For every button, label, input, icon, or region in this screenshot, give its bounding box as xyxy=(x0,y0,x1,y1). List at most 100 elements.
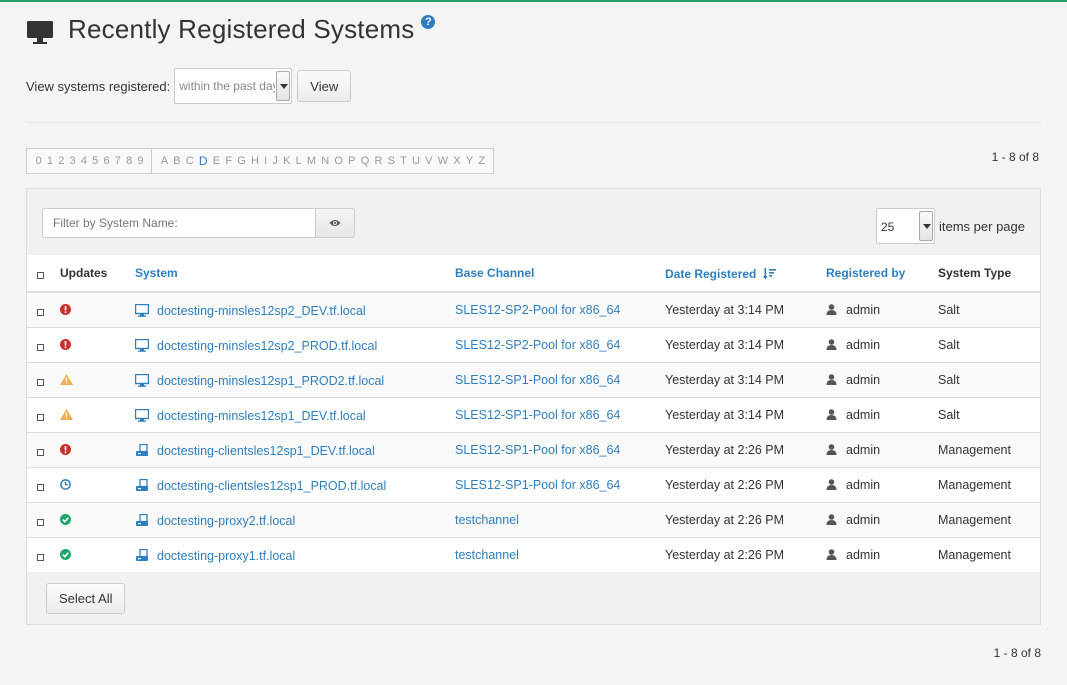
registered-by-user: admin xyxy=(846,372,881,387)
row-updates-cell xyxy=(60,466,135,502)
base-channel-link[interactable]: SLES12-SP1-Pool for x86_64 xyxy=(455,443,620,457)
table-row: doctesting-minsles12sp1_DEV.tf.local SLES… xyxy=(27,396,1040,432)
period-select[interactable]: within the past day xyxy=(174,68,293,104)
alpha-letter-p: P xyxy=(348,155,356,167)
column-date-registered-label: Date Registered xyxy=(665,266,757,281)
column-registered-by[interactable]: Registered by xyxy=(826,255,938,293)
base-channel-link[interactable]: SLES12-SP1-Pool for x86_64 xyxy=(455,408,620,422)
base-channel-link[interactable]: testchannel xyxy=(455,513,519,527)
alpha-letter-e: E xyxy=(212,155,221,167)
row-checkbox-cell xyxy=(27,501,60,537)
row-base-channel-cell: SLES12-SP1-Pool for x86_64 xyxy=(455,466,665,502)
base-channel-link[interactable]: SLES12-SP1-Pool for x86_64 xyxy=(455,373,620,387)
exclamation-circle-icon[interactable] xyxy=(60,303,71,315)
column-system-label: System xyxy=(135,266,178,280)
column-registered-by-label: Registered by xyxy=(826,266,906,280)
row-checkbox[interactable] xyxy=(37,413,44,421)
row-checkbox[interactable] xyxy=(37,343,44,351)
chevron-down-icon[interactable] xyxy=(276,71,291,101)
alpha-letter-f: F xyxy=(225,155,233,167)
select-all-button[interactable]: Select All xyxy=(46,583,126,614)
check-circle-icon[interactable] xyxy=(60,513,71,525)
view-button[interactable]: View xyxy=(297,70,352,102)
row-date-cell: Yesterday at 3:14 PM xyxy=(665,326,826,362)
row-checkbox-cell xyxy=(27,361,60,397)
row-checkbox[interactable] xyxy=(37,448,44,456)
row-updates-cell xyxy=(60,431,135,467)
row-checkbox[interactable] xyxy=(37,518,44,526)
pagination-summary-bottom: 1 - 8 of 8 xyxy=(993,646,1041,660)
exclamation-circle-icon[interactable] xyxy=(60,443,71,455)
items-per-page-select[interactable]: 25 xyxy=(876,208,935,244)
systems-list-panel: 25 items per page Updates System Base Ch… xyxy=(26,188,1041,625)
alpha-letter-d[interactable]: D xyxy=(199,154,208,168)
alpha-letter-j: J xyxy=(272,155,278,167)
alpha-digit-0: 0 xyxy=(35,155,42,167)
view-period-form: View systems registered: within the past… xyxy=(26,68,352,104)
items-per-page-value: 25 xyxy=(881,220,895,234)
help-icon[interactable]: ? xyxy=(421,14,436,29)
table-row: doctesting-minsles12sp2_DEV.tf.local SLES… xyxy=(27,291,1040,327)
column-base-channel-label: Base Channel xyxy=(455,266,535,280)
row-system-type-cell: Management xyxy=(938,536,1040,572)
system-link[interactable]: doctesting-minsles12sp1_DEV.tf.local xyxy=(157,409,366,423)
server-icon xyxy=(136,513,148,526)
row-updates-cell xyxy=(60,501,135,537)
row-updates-cell xyxy=(60,536,135,572)
row-system-type-cell: Salt xyxy=(938,326,1040,362)
system-link[interactable]: doctesting-clientsles12sp1_PROD.tf.local xyxy=(157,479,386,493)
alpha-letter-z: Z xyxy=(478,155,486,167)
base-channel-link[interactable]: SLES12-SP2-Pool for x86_64 xyxy=(455,338,620,352)
row-registered-by-cell: admin xyxy=(826,361,938,397)
column-date-registered[interactable]: Date Registered xyxy=(665,255,826,293)
alpha-letter-h: H xyxy=(250,155,259,167)
row-checkbox[interactable] xyxy=(37,378,44,386)
alpha-letter-y: Y xyxy=(465,155,474,167)
alphabet-filter-bar: 0123456789 ABCDEFGHIJKLMNOPQRSTUVWXYZ xyxy=(26,148,494,174)
exclamation-circle-icon[interactable] xyxy=(60,338,71,350)
row-checkbox[interactable] xyxy=(37,553,44,561)
alpha-digit-1: 1 xyxy=(46,155,54,167)
row-registered-by-cell: admin xyxy=(826,396,938,432)
base-channel-link[interactable]: testchannel xyxy=(455,548,519,562)
row-checkbox-cell xyxy=(27,291,60,327)
user-icon xyxy=(826,338,837,350)
alpha-letter-r: R xyxy=(374,155,383,167)
system-link[interactable]: doctesting-minsles12sp2_DEV.tf.local xyxy=(157,304,366,318)
filter-system-name-input[interactable] xyxy=(42,208,316,238)
row-date-cell: Yesterday at 3:14 PM xyxy=(665,361,826,397)
page-header: Recently Registered Systems ? xyxy=(26,14,436,45)
row-checkbox-cell xyxy=(27,466,60,502)
alpha-letter-n: N xyxy=(321,155,330,167)
system-link[interactable]: doctesting-proxy2.tf.local xyxy=(157,514,295,528)
alpha-letter-q: Q xyxy=(360,155,370,167)
user-icon xyxy=(826,548,837,560)
warning-triangle-icon[interactable] xyxy=(60,373,73,385)
registered-by-user: admin xyxy=(846,442,881,457)
row-base-channel-cell: testchannel xyxy=(455,536,665,572)
check-circle-icon[interactable] xyxy=(60,548,71,560)
system-link[interactable]: doctesting-minsles12sp1_PROD2.tf.local xyxy=(157,374,384,388)
column-system[interactable]: System xyxy=(135,255,455,293)
pagination-summary-top: 1 - 8 of 8 xyxy=(991,150,1039,164)
base-channel-link[interactable]: SLES12-SP1-Pool for x86_64 xyxy=(455,478,620,492)
warning-triangle-icon[interactable] xyxy=(60,408,73,420)
filter-apply-button[interactable] xyxy=(316,208,355,238)
monitor-icon xyxy=(135,303,149,317)
system-link[interactable]: doctesting-clientsles12sp1_DEV.tf.local xyxy=(157,444,375,458)
row-updates-cell xyxy=(60,361,135,397)
column-base-channel[interactable]: Base Channel xyxy=(455,255,665,293)
base-channel-link[interactable]: SLES12-SP2-Pool for x86_64 xyxy=(455,303,620,317)
row-checkbox[interactable] xyxy=(37,483,44,491)
row-checkbox[interactable] xyxy=(37,308,44,316)
select-all-checkbox[interactable] xyxy=(37,272,44,279)
system-link[interactable]: doctesting-proxy1.tf.local xyxy=(157,549,295,563)
chevron-down-icon[interactable] xyxy=(919,211,933,241)
clock-icon[interactable] xyxy=(60,478,71,490)
system-link[interactable]: doctesting-minsles12sp2_PROD.tf.local xyxy=(157,339,377,353)
table-header-row: Updates System Base Channel Date Registe… xyxy=(27,255,1040,293)
server-icon xyxy=(136,548,148,561)
row-system-cell: doctesting-proxy2.tf.local xyxy=(135,501,455,537)
monitor-icon xyxy=(135,408,149,422)
row-updates-cell xyxy=(60,291,135,327)
